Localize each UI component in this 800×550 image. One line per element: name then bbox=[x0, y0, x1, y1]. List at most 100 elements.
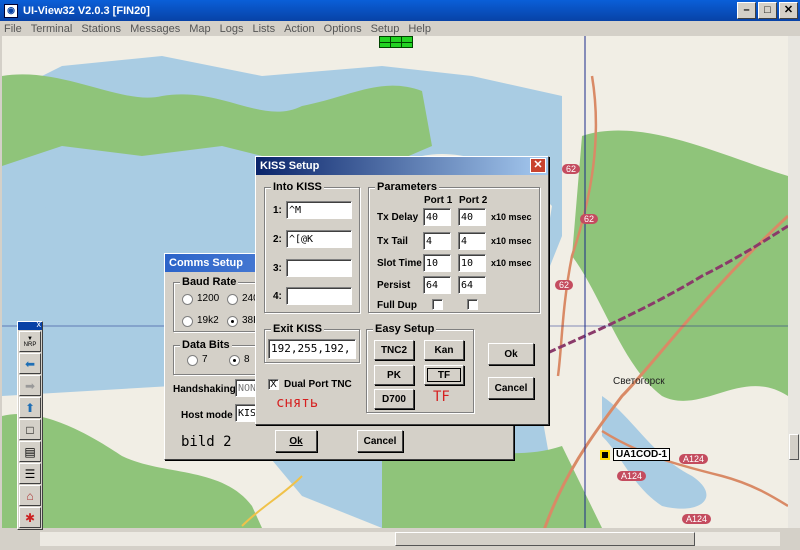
baud-19k2-radio[interactable] bbox=[182, 316, 193, 327]
tf-annotation: TF bbox=[433, 389, 450, 405]
tx-tail-unit: x10 msec bbox=[491, 236, 532, 246]
dual-port-check-mark: X bbox=[270, 379, 277, 390]
window-title: UI-View32 V2.0.3 [FIN20] bbox=[23, 4, 150, 17]
station-marker[interactable]: UA1COD-1 bbox=[600, 448, 671, 461]
persist-port2-field[interactable]: 64 bbox=[458, 276, 486, 294]
nrp-label: NRP bbox=[23, 341, 37, 348]
baud-2400-radio[interactable] bbox=[227, 294, 238, 305]
easy-kan-button[interactable]: Kan bbox=[424, 340, 464, 360]
comms-ok-label: Ok bbox=[289, 435, 303, 447]
road-label: A124 bbox=[682, 514, 712, 524]
baud-38k-radio[interactable] bbox=[227, 316, 238, 327]
exit-kiss-title: Exit KISS bbox=[271, 323, 324, 335]
easy-tnc2-button[interactable]: TNC2 bbox=[374, 340, 414, 360]
easy-tf-label: TF bbox=[437, 369, 451, 381]
host-mode-label: Host mode bbox=[181, 410, 233, 421]
slot-time-port2-field[interactable]: 10 bbox=[458, 254, 486, 272]
kiss-cancel-button[interactable]: Cancel bbox=[488, 377, 534, 399]
into-kiss-3-field[interactable] bbox=[286, 259, 352, 277]
arrow-left-icon[interactable]: ⬅ bbox=[19, 353, 41, 374]
easy-pk-button[interactable]: PK bbox=[374, 365, 414, 385]
tx-tail-label: Tx Tail bbox=[377, 236, 408, 247]
tx-tail-port1-field[interactable]: 4 bbox=[423, 232, 451, 250]
slot-time-label: Slot Time bbox=[377, 258, 422, 269]
menu-options[interactable]: Options bbox=[324, 23, 362, 35]
dual-port-checkbox[interactable]: X bbox=[268, 379, 279, 390]
menu-messages[interactable]: Messages bbox=[130, 23, 180, 35]
window-icon[interactable]: □ bbox=[19, 419, 41, 440]
into-kiss-2-label: 2: bbox=[273, 234, 282, 245]
kiss-ok-button[interactable]: Ok bbox=[488, 343, 534, 365]
comms-ok-button[interactable]: Ok bbox=[275, 430, 317, 452]
list-icon[interactable]: ☰ bbox=[19, 463, 41, 484]
kiss-ok-label: Ok bbox=[504, 348, 518, 360]
data-bits-7-radio[interactable] bbox=[187, 355, 198, 366]
city-label: Светогорск bbox=[613, 376, 665, 387]
vertical-scrollbar[interactable] bbox=[788, 36, 800, 528]
tool-panel: x ▼ NRP ⬅ ➡ ⬆ □ ▤ ☰ ⌂ ✱ bbox=[17, 319, 43, 530]
road-label: A124 bbox=[617, 471, 647, 481]
data-bits-8-radio[interactable] bbox=[229, 355, 240, 366]
baud-1200-radio[interactable] bbox=[182, 294, 193, 305]
menu-stations[interactable]: Stations bbox=[81, 23, 121, 35]
into-kiss-2-field[interactable]: ^[@K bbox=[286, 230, 352, 248]
full-dup-port2-checkbox[interactable] bbox=[467, 299, 478, 310]
menu-action[interactable]: Action bbox=[284, 23, 315, 35]
easy-tf-button[interactable]: TF bbox=[424, 365, 464, 385]
tx-delay-port2-field[interactable]: 40 bbox=[458, 208, 486, 226]
arrow-right-icon[interactable]: ➡ bbox=[19, 375, 41, 396]
into-kiss-1-field[interactable]: ^M bbox=[286, 201, 352, 219]
road-label: 62 bbox=[562, 164, 581, 174]
exit-kiss-field[interactable]: 192,255,192, bbox=[268, 339, 356, 359]
parameters-title: Parameters bbox=[375, 181, 439, 193]
road-label: 62 bbox=[580, 214, 599, 224]
data-bits-8-label: 8 bbox=[244, 354, 250, 365]
menu-help[interactable]: Help bbox=[408, 23, 431, 35]
window-titlebar: ◉ UI-View32 V2.0.3 [FIN20] – □ ✕ bbox=[0, 0, 800, 21]
menu-terminal[interactable]: Terminal bbox=[31, 23, 73, 35]
bild-annotation: bild 2 bbox=[181, 434, 232, 450]
baud-1200-label: 1200 bbox=[197, 293, 220, 304]
menu-setup[interactable]: Setup bbox=[371, 23, 400, 35]
tool-panel-close[interactable]: x bbox=[37, 319, 42, 329]
computer-icon[interactable]: ▤ bbox=[19, 441, 41, 462]
full-dup-port1-checkbox[interactable] bbox=[432, 299, 443, 310]
house-icon[interactable]: ⌂ bbox=[19, 485, 41, 506]
station-callsign: UA1COD-1 bbox=[613, 448, 671, 461]
easy-d700-label: D700 bbox=[382, 393, 406, 405]
parameters-group: Parameters bbox=[368, 181, 540, 313]
road-label: 62 bbox=[555, 280, 574, 290]
easy-d700-button[interactable]: D700 bbox=[374, 389, 414, 409]
slot-time-port1-field[interactable]: 10 bbox=[423, 254, 451, 272]
into-kiss-title: Into KISS bbox=[271, 181, 324, 193]
full-dup-label: Full Dup bbox=[377, 300, 417, 311]
menu-file[interactable]: File bbox=[4, 23, 22, 35]
tx-tail-port2-field[interactable]: 4 bbox=[458, 232, 486, 250]
port2-header: Port 2 bbox=[459, 195, 488, 206]
nrp-button[interactable]: ▼ NRP bbox=[19, 331, 41, 352]
comms-cancel-button[interactable]: Cancel bbox=[357, 430, 403, 452]
minimize-button[interactable]: – bbox=[737, 2, 756, 19]
port1-header: Port 1 bbox=[424, 195, 453, 206]
persist-port1-field[interactable]: 64 bbox=[423, 276, 451, 294]
slot-time-unit: x10 msec bbox=[491, 258, 532, 268]
menu-logs[interactable]: Logs bbox=[220, 23, 244, 35]
into-kiss-4-field[interactable] bbox=[286, 287, 352, 305]
tx-delay-unit: x10 msec bbox=[491, 212, 532, 222]
status-indicator bbox=[379, 36, 413, 48]
kiss-setup-title: KISS Setup bbox=[260, 160, 320, 172]
menu-lists[interactable]: Lists bbox=[252, 23, 275, 35]
baud-rate-title: Baud Rate bbox=[180, 276, 239, 288]
arrow-up-icon[interactable]: ⬆ bbox=[19, 397, 41, 418]
comms-cancel-label: Cancel bbox=[363, 435, 397, 447]
horizontal-scrollbar[interactable] bbox=[0, 528, 800, 550]
beacon-icon[interactable]: ✱ bbox=[19, 507, 41, 528]
kiss-setup-titlebar: KISS Setup ✕ bbox=[256, 157, 548, 175]
maximize-button[interactable]: □ bbox=[758, 2, 777, 19]
tx-delay-port1-field[interactable]: 40 bbox=[423, 208, 451, 226]
into-kiss-1-label: 1: bbox=[273, 205, 282, 216]
into-kiss-3-label: 3: bbox=[273, 263, 282, 274]
menu-map[interactable]: Map bbox=[189, 23, 210, 35]
close-icon[interactable]: ✕ bbox=[530, 158, 546, 173]
close-window-button[interactable]: ✕ bbox=[779, 2, 798, 19]
